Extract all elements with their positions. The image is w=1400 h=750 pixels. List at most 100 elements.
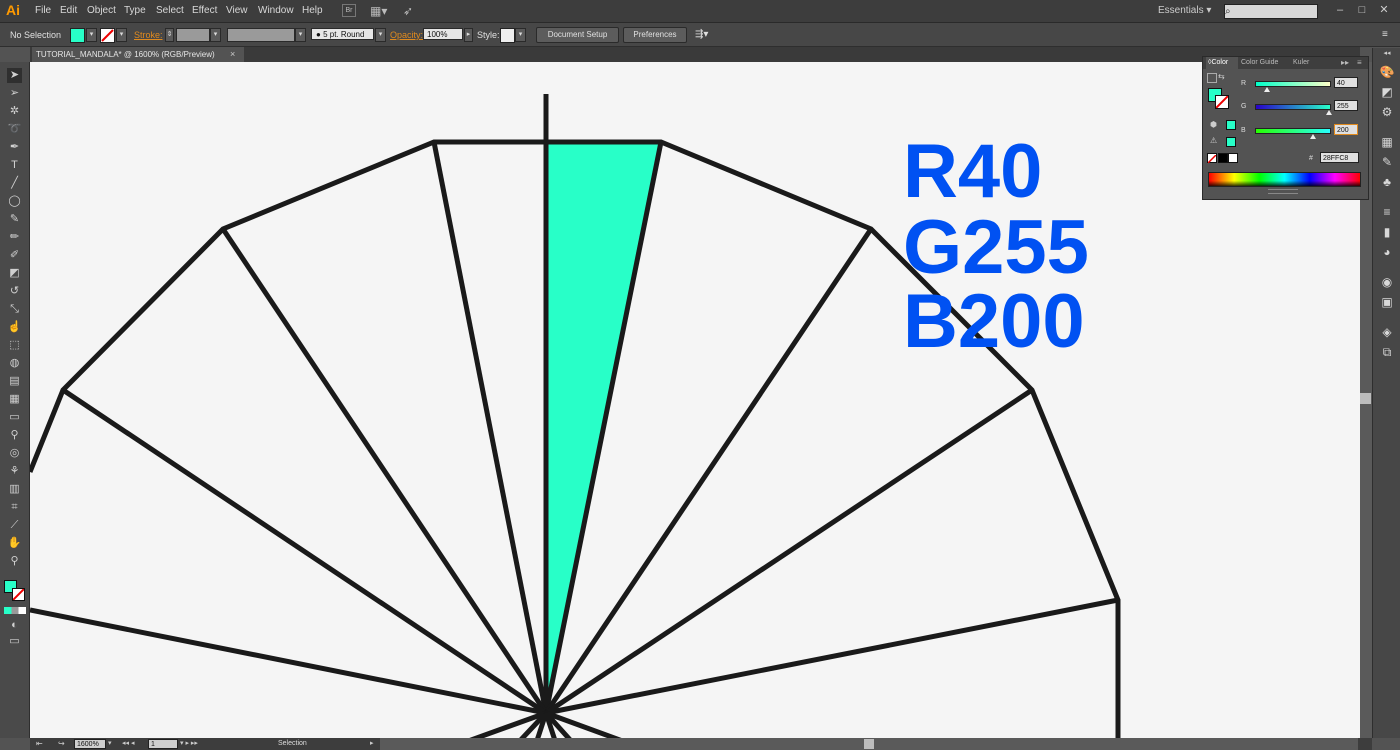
b-field[interactable]: 200: [1334, 124, 1358, 135]
color-guide-icon[interactable]: ◩: [1379, 84, 1395, 100]
type-tool-icon[interactable]: T: [7, 158, 22, 173]
maximize-icon[interactable]: □: [1355, 3, 1369, 17]
layers-icon[interactable]: ◈: [1379, 324, 1395, 340]
stroke-dropdown-icon[interactable]: ▾: [116, 28, 127, 42]
in-gamut-swatch[interactable]: [1226, 137, 1236, 147]
symbols-icon[interactable]: ♣: [1379, 174, 1395, 190]
opacity-arrow-icon[interactable]: ▸: [464, 28, 473, 42]
pen-tool-icon[interactable]: ✒: [7, 140, 22, 155]
b-slider[interactable]: [1255, 128, 1331, 134]
stroke-proxy[interactable]: [1215, 95, 1229, 109]
warp-tool-icon[interactable]: ☝: [7, 320, 22, 335]
fill-swatch[interactable]: [70, 28, 85, 43]
panel-menu-icon[interactable]: ≡: [1357, 57, 1362, 69]
zoom-dropdown-icon[interactable]: ▾: [108, 739, 112, 747]
document-setup-button[interactable]: Document Setup: [536, 27, 619, 43]
transparency-icon[interactable]: ◕: [1379, 244, 1395, 260]
lasso-tool-icon[interactable]: ➰: [7, 122, 22, 137]
menu-effect[interactable]: Effect: [192, 0, 217, 22]
status-arrow-icon[interactable]: ▸: [370, 739, 374, 747]
artboard-canvas[interactable]: [27, 62, 1360, 750]
b-slider-handle[interactable]: [1310, 134, 1317, 139]
g-field[interactable]: 255: [1334, 100, 1358, 111]
hex-field[interactable]: 28FFC8: [1320, 152, 1359, 163]
web-safe-swatch[interactable]: [1226, 120, 1236, 130]
close-icon[interactable]: ✕: [1377, 3, 1391, 17]
control-panel-menu-icon[interactable]: ≡: [1382, 29, 1388, 41]
artboard-field[interactable]: 1: [148, 739, 178, 749]
style-swatch[interactable]: [500, 28, 515, 43]
out-of-web-icon[interactable]: ⬢: [1210, 120, 1217, 129]
search-input[interactable]: ⌕: [1224, 4, 1318, 19]
appearance-icon[interactable]: ◉: [1379, 274, 1395, 290]
color-panel-icon[interactable]: 🎨: [1379, 64, 1395, 80]
swatches-icon[interactable]: ▦: [1379, 134, 1395, 150]
direct-selection-tool-icon[interactable]: ➢: [7, 86, 22, 101]
screen-mode-icon[interactable]: ▭: [7, 634, 22, 649]
brushes-icon[interactable]: ✎: [1379, 154, 1395, 170]
black-swatch[interactable]: [1218, 153, 1228, 163]
brush-dropdown-icon[interactable]: ▾: [375, 28, 386, 42]
dock-collapse-icon[interactable]: ◂◂: [1375, 50, 1399, 58]
mesh-tool-icon[interactable]: ▦: [7, 392, 22, 407]
horizontal-scroll-thumb[interactable]: [864, 739, 874, 749]
nav-first-icon[interactable]: ⇤: [36, 739, 43, 748]
brush-definition[interactable]: ● 5 pt. Round: [311, 28, 374, 40]
rotate-tool-icon[interactable]: ↺: [7, 284, 22, 299]
preferences-button[interactable]: Preferences: [623, 27, 687, 43]
fill-dropdown-icon[interactable]: ▾: [86, 28, 97, 42]
menu-file[interactable]: File: [35, 0, 51, 22]
rectangle-tool-icon[interactable]: ◯: [7, 194, 22, 209]
stroke-color-swatch[interactable]: [12, 588, 25, 601]
blend-tool-icon[interactable]: ◎: [7, 446, 22, 461]
panel-resize-grip[interactable]: [1268, 189, 1298, 194]
magic-wand-tool-icon[interactable]: ✲: [7, 104, 22, 119]
arrange-documents-icon[interactable]: ▦▾: [370, 4, 390, 18]
stroke-swatch[interactable]: [100, 28, 115, 43]
align-options-icon[interactable]: ⇶▾: [695, 29, 708, 41]
zoom-field[interactable]: 1600%: [74, 739, 106, 749]
opacity-field[interactable]: 100%: [423, 28, 463, 40]
collapse-panel-icon[interactable]: ▸▸: [1341, 57, 1349, 69]
stroke-weight-dropdown-icon[interactable]: ▾: [210, 28, 221, 42]
stroke-icon[interactable]: ≡: [1379, 204, 1395, 220]
tab-color-guide[interactable]: Color Guide: [1241, 57, 1278, 69]
symbol-sprayer-tool-icon[interactable]: ⚘: [7, 464, 22, 479]
r-field[interactable]: 40: [1334, 77, 1358, 88]
vertical-scroll-thumb[interactable]: [1360, 393, 1371, 404]
graphic-styles-icon[interactable]: ▣: [1379, 294, 1395, 310]
g-slider[interactable]: [1255, 104, 1331, 110]
workspace-switcher[interactable]: Essentials ▾: [1158, 4, 1211, 18]
out-of-gamut-icon[interactable]: ⚠: [1210, 136, 1217, 145]
gradient-icon[interactable]: ▮: [1379, 224, 1395, 240]
zoom-tool-icon[interactable]: ⚲: [7, 554, 22, 569]
line-tool-icon[interactable]: ╱: [7, 176, 22, 191]
column-graph-tool-icon[interactable]: ▥: [7, 482, 22, 497]
bridge-icon[interactable]: Br: [342, 4, 356, 17]
paintbrush-tool-icon[interactable]: ✎: [7, 212, 22, 227]
blob-brush-tool-icon[interactable]: ✐: [7, 248, 22, 263]
menu-edit[interactable]: Edit: [60, 0, 77, 22]
gradient-tool-icon[interactable]: ▭: [7, 410, 22, 425]
shape-builder-tool-icon[interactable]: ◍: [7, 356, 22, 371]
tab-color[interactable]: ◊Color: [1206, 57, 1238, 69]
none-swatch[interactable]: [1207, 153, 1217, 164]
white-swatch[interactable]: [1228, 153, 1238, 163]
hand-tool-icon[interactable]: ✋: [7, 536, 22, 551]
minimize-icon[interactable]: –: [1333, 3, 1347, 17]
kuler-icon[interactable]: ⚙: [1379, 104, 1395, 120]
style-dropdown-icon[interactable]: ▾: [515, 28, 526, 42]
pencil-tool-icon[interactable]: ✏: [7, 230, 22, 245]
menu-window[interactable]: Window: [258, 0, 294, 22]
drawing-mode-icon[interactable]: ◐: [7, 618, 22, 633]
menu-view[interactable]: View: [226, 0, 248, 22]
default-colors-icon[interactable]: [1207, 73, 1217, 83]
eyedropper-tool-icon[interactable]: ⚲: [7, 428, 22, 443]
free-transform-tool-icon[interactable]: ⬚: [7, 338, 22, 353]
tab-close-icon[interactable]: ×: [230, 47, 242, 62]
color-spectrum[interactable]: [1208, 172, 1361, 187]
swap-colors-icon[interactable]: ⇆: [1218, 72, 1225, 81]
next-artboard-icon[interactable]: ▾ ▸ ▸▸: [180, 739, 198, 747]
menu-select[interactable]: Select: [156, 0, 184, 22]
color-mode-icons[interactable]: [4, 607, 26, 614]
